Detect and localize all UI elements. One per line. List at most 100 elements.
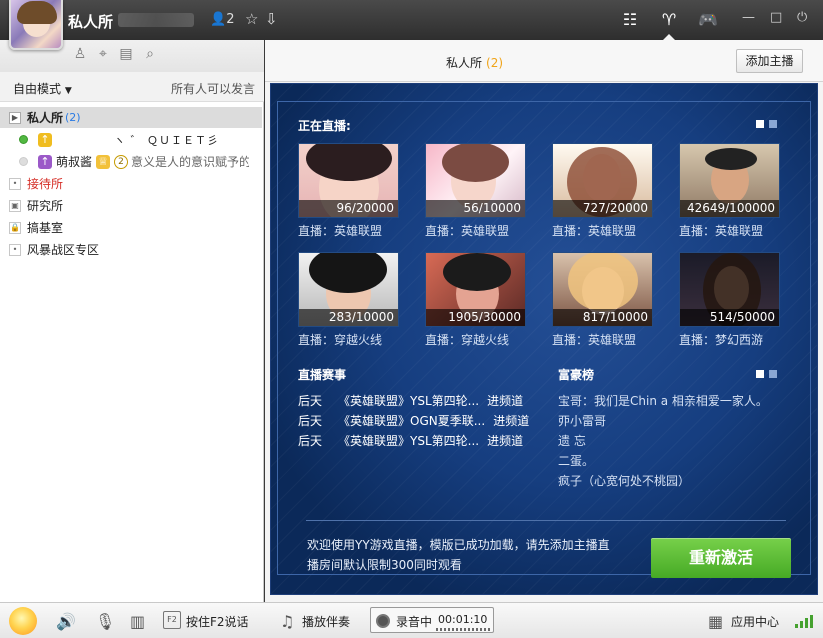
minimize-icon[interactable]: — <box>742 10 755 25</box>
channel-sidebar: ♙ ⌖ ▤ ⌕ 自由模式 ▼ 所有人可以发言 ▶ 私人所 (2) ↑ ヽ ゛ Ｑ… <box>0 40 264 602</box>
root-label: 私人所 <box>27 111 64 125</box>
idle-status-icon <box>19 157 28 166</box>
streamer-thumbnail[interactable]: 1905/30000 <box>425 252 526 327</box>
channel-icon: • <box>9 243 21 256</box>
streamer-thumbnail[interactable]: 283/10000 <box>298 252 399 327</box>
mode-bar: 自由模式 ▼ 所有人可以发言 <box>0 72 264 102</box>
live-pager[interactable] <box>756 120 780 128</box>
app-center-icon[interactable]: ▦ <box>708 612 723 631</box>
live-card[interactable]: 514/50000 直播：梦幻西游 <box>679 252 780 347</box>
stream-category: 直播：英雄联盟 <box>552 333 637 347</box>
stream-category: 直播：英雄联盟 <box>298 224 383 238</box>
viewer-count: 1905/30000 <box>426 309 525 326</box>
maximize-icon[interactable]: □ <box>770 10 782 25</box>
enter-channel-link[interactable]: 进频道 <box>487 394 523 408</box>
add-host-button[interactable]: 添加主播 <box>736 49 803 73</box>
avatar-hair-shape <box>17 1 57 24</box>
streamer-thumbnail[interactable]: 727/20000 <box>552 143 653 218</box>
stream-category: 直播：梦幻西游 <box>679 333 764 347</box>
streamer-thumbnail[interactable]: 96/20000 <box>298 143 399 218</box>
channel-item-research[interactable]: ▣ 研究所 <box>0 195 262 216</box>
live-panel-frame: 正在直播: 96/20000 直播：英雄联盟 56/10000 直播：英雄联盟 <box>277 101 811 578</box>
user-status-icon[interactable] <box>9 607 37 635</box>
streamer-hair-shape <box>309 253 387 293</box>
user-row[interactable]: ↑ ヽ ゛ ＱＵＩＥＴ彡 <box>0 129 262 150</box>
rich-list-pager[interactable] <box>756 370 780 378</box>
level-badge: 2 <box>114 154 129 169</box>
event-row[interactable]: 后天 《英雄联盟》OGN夏季联... 进频道 <box>298 412 529 429</box>
user-name: 萌叔酱 <box>56 155 93 169</box>
rich-list-title: 富豪榜 <box>558 368 595 382</box>
viewer-count: 56/10000 <box>426 200 525 217</box>
root-count: (2) <box>65 111 81 124</box>
page-dot[interactable] <box>756 370 764 378</box>
rich-list-item[interactable]: 疯子（心宽何处不桃园） <box>558 472 690 489</box>
signal-icon <box>795 614 813 628</box>
viewer-count: 817/10000 <box>553 309 652 326</box>
viewer-count: 514/50000 <box>680 309 779 326</box>
expand-toggle[interactable]: ▶ <box>9 111 21 124</box>
stream-category: 直播：英雄联盟 <box>552 224 637 238</box>
live-card[interactable]: 42649/100000 直播：英雄联盟 <box>679 143 780 238</box>
member-count: 👤2 <box>210 12 235 27</box>
page-dot[interactable] <box>769 370 777 378</box>
streamer-hair-shape <box>442 144 509 182</box>
game-live-icon[interactable]: ♈ <box>657 8 681 40</box>
events-title: 直播赛事 <box>298 368 347 382</box>
recording-time: 00:01:10 <box>438 613 488 626</box>
speaker-icon[interactable]: 🔊 <box>56 612 76 631</box>
rich-list-item[interactable]: 宝哥：我们是Chin a 相亲相爱一家人。 <box>558 392 768 409</box>
live-card[interactable]: 727/20000 直播：英雄联盟 <box>552 143 653 238</box>
live-card[interactable]: 283/10000 直播：穿越火线 <box>298 252 399 347</box>
f2-key-icon: F2 <box>163 611 181 629</box>
viewer-count: 42649/100000 <box>680 200 779 217</box>
streamer-thumbnail[interactable]: 817/10000 <box>552 252 653 327</box>
streamer-thumbnail[interactable]: 42649/100000 <box>679 143 780 218</box>
enter-channel-link[interactable]: 进频道 <box>493 414 529 428</box>
streamer-hair-shape <box>705 148 757 170</box>
event-row[interactable]: 后天 《英雄联盟》YSL第四轮... 进频道 <box>298 432 523 449</box>
channel-label: 研究所 <box>27 199 64 213</box>
search-icon[interactable]: ⌕ <box>141 46 159 64</box>
download-icon[interactable]: ⇩ <box>265 10 278 28</box>
welcome-message: 欢迎使用YY游戏直播，模版已成功加载，请先添加主播直播房间默认限制300同时观看 <box>307 538 610 572</box>
reactivate-button[interactable]: 重新激活 <box>651 538 791 578</box>
equalizer-icon[interactable]: ▥ <box>130 612 145 631</box>
recording-indicator[interactable]: 录音中 00:01:10 <box>370 607 494 633</box>
microphone-icon[interactable]: 🎙 <box>95 612 115 631</box>
rich-list-item[interactable]: 遗 忘 <box>558 432 586 449</box>
member-search-icon[interactable]: ♙ <box>71 46 89 64</box>
favorite-icon[interactable]: ☆ <box>245 10 258 28</box>
user-row[interactable]: ↑ 萌叔酱 ♕ 2 意义是人的意识赋予的 <box>0 151 262 172</box>
channel-root[interactable]: ▶ 私人所 (2) <box>0 107 262 128</box>
gamepad-icon[interactable]: 🎮 <box>696 8 720 30</box>
crown-icon: ♕ <box>96 154 111 169</box>
live-card[interactable]: 56/10000 直播：英雄联盟 <box>425 143 526 238</box>
stream-category: 直播：英雄联盟 <box>425 224 510 238</box>
rich-list-item[interactable]: 丣小雷哥 <box>558 412 606 429</box>
push-to-talk-button[interactable]: 按住F2说话 <box>186 613 249 630</box>
live-card[interactable]: 1905/30000 直播：穿越火线 <box>425 252 526 347</box>
music-icon[interactable]: ♫ <box>280 612 294 631</box>
live-card[interactable]: 817/10000 直播：英雄联盟 <box>552 252 653 347</box>
streamer-thumbnail[interactable]: 514/50000 <box>679 252 780 327</box>
enter-channel-link[interactable]: 进频道 <box>487 434 523 448</box>
blurred-channel-id <box>118 13 194 27</box>
page-dot[interactable] <box>756 120 764 128</box>
power-icon[interactable]: ⏻ <box>797 10 807 25</box>
page-dot[interactable] <box>769 120 777 128</box>
event-row[interactable]: 后天 《英雄联盟》YSL第四轮... 进频道 <box>298 392 523 409</box>
rich-list-item[interactable]: 二蛋。 <box>558 452 594 469</box>
channel-item-storm-zone[interactable]: • 风暴战区专区 <box>0 239 262 260</box>
channel-item-reception[interactable]: • 接待所 <box>0 173 262 194</box>
app-center-button[interactable]: 应用中心 <box>731 613 779 630</box>
play-accompaniment-button[interactable]: 播放伴奏 <box>302 613 350 630</box>
live-card[interactable]: 96/20000 直播：英雄联盟 <box>298 143 399 238</box>
channel-item-room[interactable]: 🔒 搞基室 <box>0 217 262 238</box>
streamer-thumbnail[interactable]: 56/10000 <box>425 143 526 218</box>
mode-select[interactable]: 自由模式 ▼ <box>13 80 72 97</box>
list-icon[interactable]: ☷ <box>618 8 642 30</box>
message-icon[interactable]: ▤ <box>117 46 135 64</box>
user-avatar[interactable] <box>9 0 63 50</box>
location-icon[interactable]: ⌖ <box>94 46 112 64</box>
